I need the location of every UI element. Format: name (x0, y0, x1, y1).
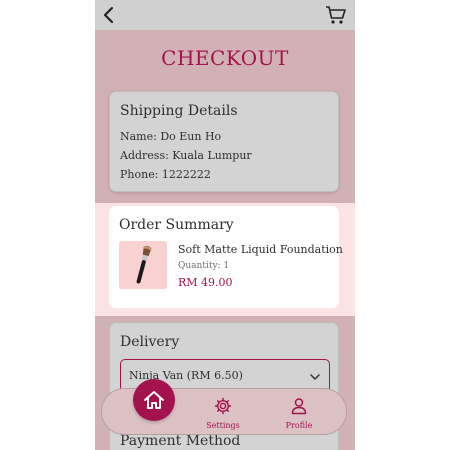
nav-profile-label: Profile (285, 421, 313, 430)
home-button[interactable] (133, 379, 175, 421)
product-name: Soft Matte Liquid Foundation (178, 243, 343, 256)
payment-method-title: Payment Method (120, 433, 241, 449)
shipping-address: Address: Kuala Lumpur (120, 149, 252, 162)
nav-profile[interactable]: Profile (274, 397, 324, 430)
shipping-title: Shipping Details (120, 103, 238, 119)
top-bar (95, 0, 355, 30)
person-icon (290, 398, 308, 419)
delivery-title: Delivery (120, 334, 180, 350)
product-image (119, 241, 167, 289)
order-summary-card: Order Summary Soft Matte Liquid Foundati… (109, 206, 343, 308)
order-summary-title: Order Summary (119, 217, 234, 233)
gear-icon (214, 397, 232, 419)
page-title: CHECKOUT (161, 46, 289, 70)
bottom-nav: Settings Profile (101, 379, 347, 435)
nav-settings-label: Settings (206, 421, 240, 430)
nav-settings[interactable]: Settings (198, 397, 248, 430)
product-price: RM 49.00 (178, 276, 233, 289)
checkout-screen: CHECKOUT Shipping Details Name: Do Eun H… (95, 0, 355, 450)
chevron-down-icon (309, 372, 321, 382)
product-quantity: Quantity: 1 (178, 261, 230, 271)
shopping-cart-icon[interactable] (325, 5, 347, 25)
shipping-phone: Phone: 1222222 (120, 168, 211, 181)
shipping-name: Name: Do Eun Ho (120, 130, 222, 143)
shipping-details-card: Shipping Details Name: Do Eun Ho Address… (109, 91, 339, 192)
back-arrow-icon[interactable] (99, 5, 119, 25)
